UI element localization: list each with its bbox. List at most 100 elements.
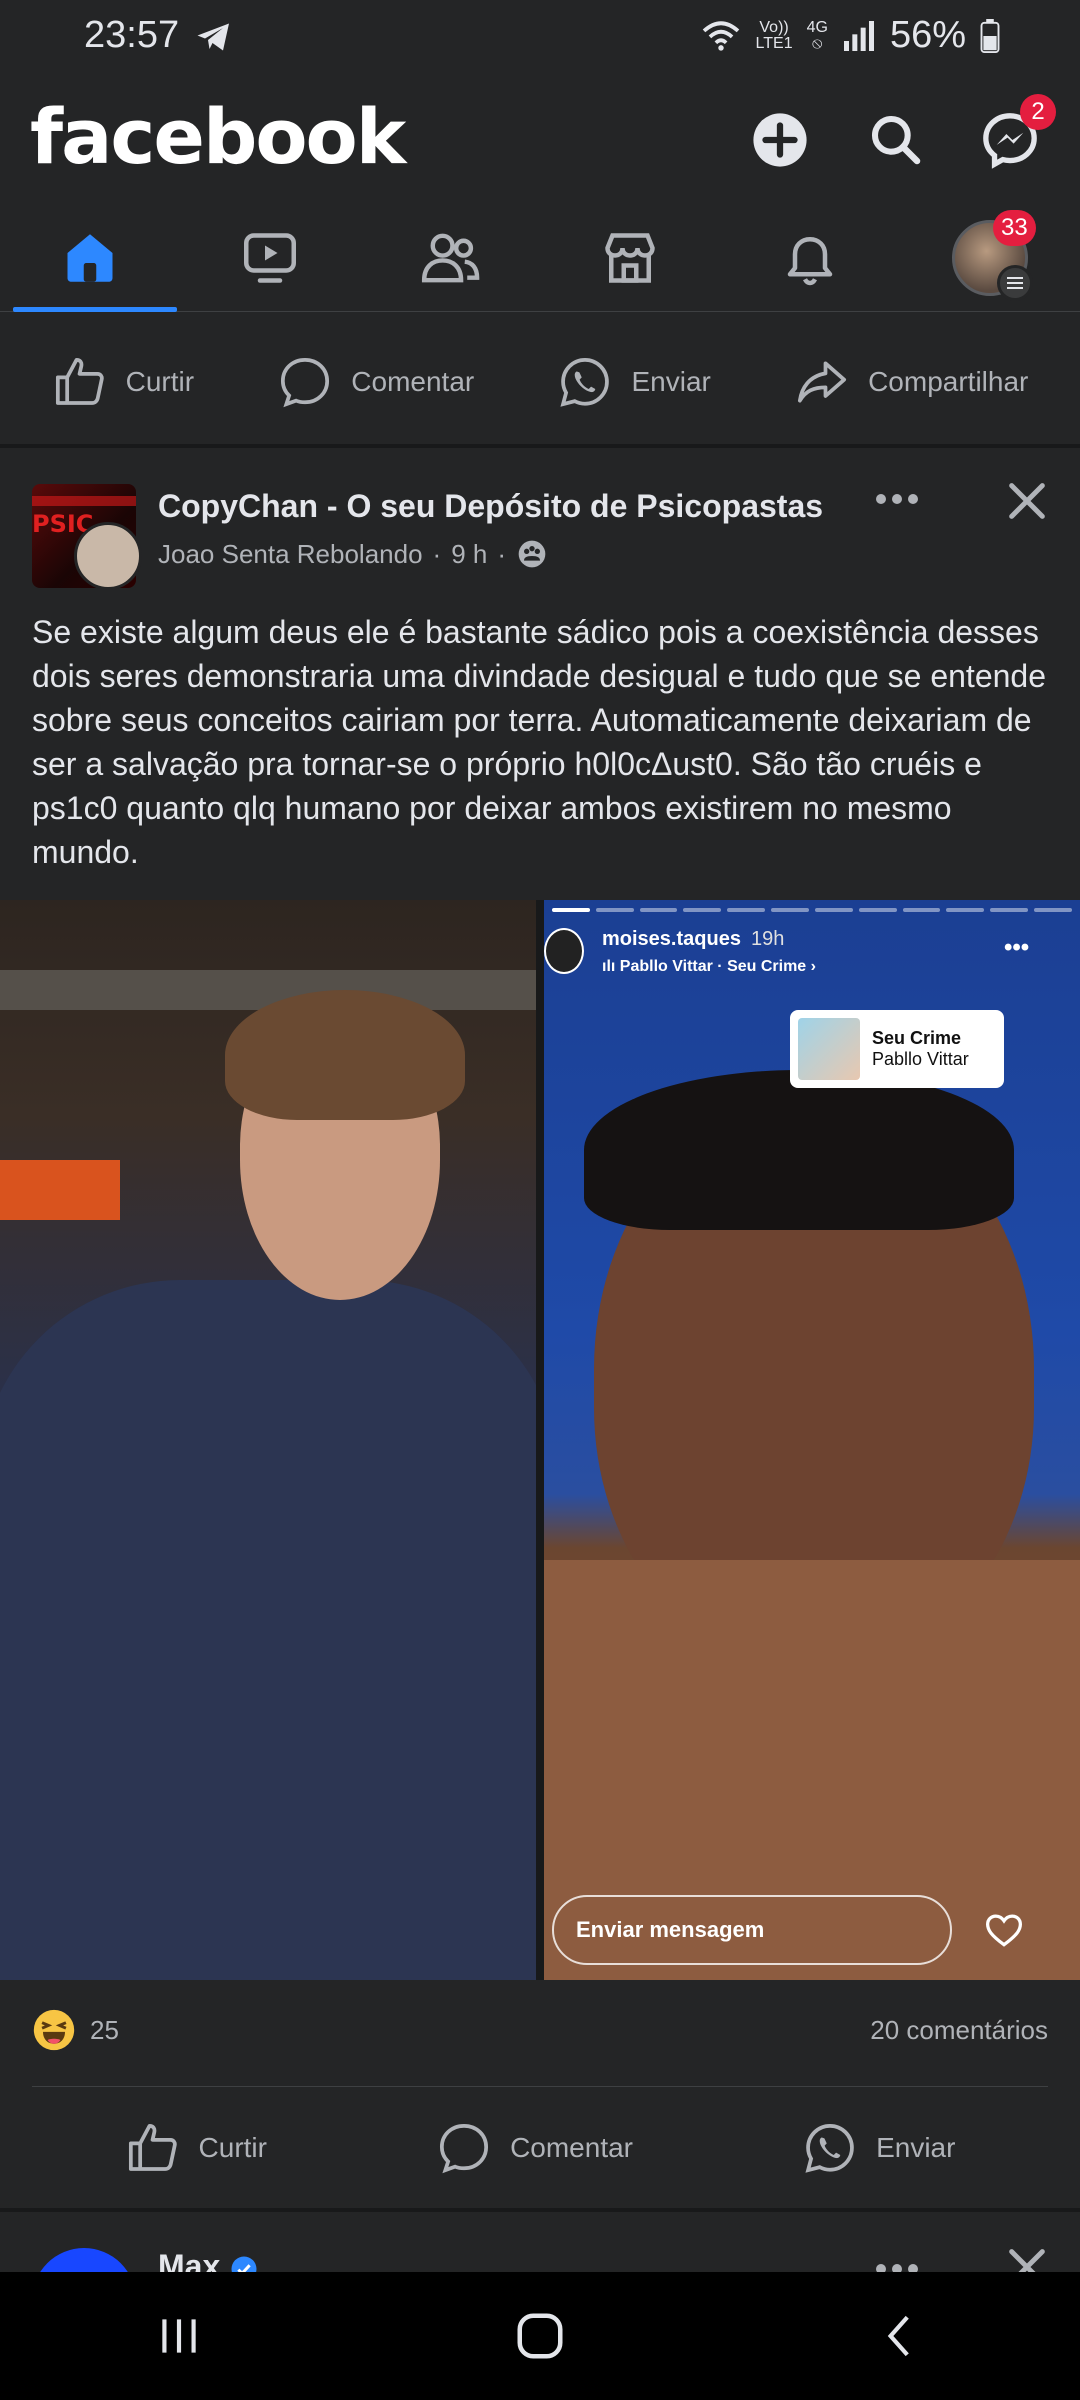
- person-hair: [225, 990, 465, 1120]
- meta-dot: ·: [497, 538, 507, 569]
- tab-home[interactable]: [5, 204, 177, 312]
- dot: [876, 494, 886, 504]
- back-icon[interactable]: [876, 2311, 926, 2361]
- progress-segment: [595, 908, 634, 912]
- person-hair: [584, 1070, 1014, 1230]
- thumbs-up-icon: [128, 2123, 177, 2171]
- music-bars-icon: ılı: [602, 958, 620, 975]
- volte-indicator: Vo)) LTE1: [755, 18, 793, 52]
- person-body: [0, 1280, 536, 1980]
- author-name[interactable]: Joao Senta Rebolando: [158, 539, 423, 570]
- comments-count[interactable]: 20 comentários: [870, 2015, 1048, 2046]
- tab-watch[interactable]: [185, 204, 355, 312]
- friends-icon: [421, 233, 480, 283]
- comment-icon: [440, 2123, 489, 2174]
- group-privacy-icon: [518, 540, 546, 568]
- facebook-logo: facebook: [30, 92, 406, 181]
- post-actions: Curtir Comentar Enviar: [0, 2088, 1080, 2208]
- like-button[interactable]: Curtir: [52, 354, 194, 410]
- author-avatar[interactable]: [74, 522, 142, 590]
- post-image-right[interactable]: moises.taques 19h ılı Pabllo Vittar · Seu…: [544, 900, 1080, 1980]
- tab-notifications[interactable]: [725, 204, 895, 312]
- progress-segment: [727, 908, 766, 912]
- send-button[interactable]: Enviar: [557, 354, 711, 410]
- tab-menu[interactable]: 33: [905, 204, 1075, 312]
- main-nav: 33: [0, 204, 1080, 312]
- messenger-button[interactable]: 2: [972, 94, 1056, 178]
- background-sign: [0, 1160, 120, 1220]
- close-icon[interactable]: [1004, 478, 1050, 524]
- menu-lines-icon: [997, 265, 1033, 301]
- bell-icon: [787, 237, 833, 286]
- menu-badge: 33: [993, 210, 1036, 246]
- tab-friends[interactable]: [365, 204, 535, 312]
- reactions-bar: 25 20 comentários: [0, 1990, 1080, 2070]
- messenger-badge: 2: [1020, 94, 1056, 130]
- status-time: 23:57: [84, 14, 232, 57]
- send-button[interactable]: Enviar: [802, 2120, 955, 2176]
- post-images: moises.taques 19h ılı Pabllo Vittar · Seu…: [0, 900, 1080, 1980]
- status-icons: Vo)) LTE1 4G ⦸ 56%: [700, 14, 1000, 57]
- story-progress: [552, 908, 1072, 912]
- story-song: ılı Pabllo Vittar · Seu Crime ›: [602, 958, 816, 975]
- comment-button[interactable]: Comentar: [436, 2120, 633, 2176]
- progress-segment: [858, 908, 897, 912]
- share-button[interactable]: Compartilhar: [794, 354, 1028, 410]
- share-icon: [798, 361, 847, 403]
- album-art: [798, 1018, 860, 1080]
- progress-segment: [990, 908, 1029, 912]
- page-avatar-band: [32, 496, 136, 506]
- status-bar: 23:57 Vo)) LTE1 4G ⦸ 56%: [0, 0, 1080, 78]
- progress-segment: [552, 908, 590, 912]
- search-button[interactable]: [858, 102, 934, 178]
- post-text: Se existe algum deus ele é bastante sádi…: [32, 614, 1046, 870]
- active-tab-indicator: [13, 307, 177, 312]
- telegram-icon: [197, 23, 229, 51]
- page-name[interactable]: CopyChan - O seu Depósito de Psicopastas: [158, 488, 823, 525]
- progress-segment: [1034, 908, 1072, 912]
- story-more-icon: •••: [1004, 934, 1030, 961]
- dot: [908, 494, 918, 504]
- previous-post-actions: Curtir Comentar Enviar Compartilhar: [0, 320, 1080, 444]
- reaction-count: 25: [90, 2014, 119, 2045]
- progress-segment: [683, 908, 722, 912]
- post-meta: Joao Senta Rebolando · 9 h ·: [158, 538, 548, 570]
- whatsapp-icon: [560, 357, 610, 407]
- home-button-icon[interactable]: [513, 2309, 567, 2363]
- heart-icon: [985, 1914, 1023, 1947]
- post-time[interactable]: 9 h: [451, 539, 487, 570]
- haha-emoji-icon: [33, 2009, 75, 2051]
- comment-button[interactable]: Comentar: [277, 354, 474, 410]
- reaction-summary[interactable]: 25: [32, 2008, 119, 2052]
- store-icon: [605, 233, 655, 283]
- video-icon: [244, 233, 296, 283]
- sticker-title: Seu Crime: [872, 1028, 962, 1048]
- meta-dot: ·: [432, 538, 442, 569]
- plus-circle-icon: [753, 113, 807, 167]
- tab-marketplace[interactable]: [545, 204, 715, 312]
- whatsapp-icon: [805, 2123, 854, 2173]
- home-icon: [67, 234, 113, 282]
- story-message-input: Enviar mensagem: [552, 1895, 952, 1965]
- dot: [892, 494, 902, 504]
- create-button[interactable]: [742, 102, 818, 178]
- battery-icon: [980, 18, 1000, 53]
- progress-segment: [771, 908, 809, 912]
- story-avatar: [544, 928, 584, 974]
- wifi-icon: [702, 20, 739, 51]
- sticker-artist: Pabllo Vittar: [872, 1049, 969, 1069]
- progress-segment: [814, 908, 853, 912]
- signal-icon: [843, 20, 874, 51]
- network-4g-indicator: 4G ⦸: [806, 18, 828, 52]
- progress-segment: [639, 908, 678, 912]
- music-sticker: Seu Crime Pabllo Vittar: [790, 1010, 1004, 1088]
- recent-apps-icon[interactable]: [154, 2311, 204, 2361]
- battery-percent: 56%: [889, 14, 966, 56]
- post-image-left[interactable]: [0, 900, 536, 1980]
- app-header: facebook 2: [0, 78, 1080, 204]
- search-icon: [871, 115, 921, 165]
- progress-segment: [902, 908, 941, 912]
- like-button[interactable]: Curtir: [125, 2120, 267, 2176]
- comment-icon: [281, 357, 330, 408]
- more-options-button[interactable]: [876, 494, 918, 504]
